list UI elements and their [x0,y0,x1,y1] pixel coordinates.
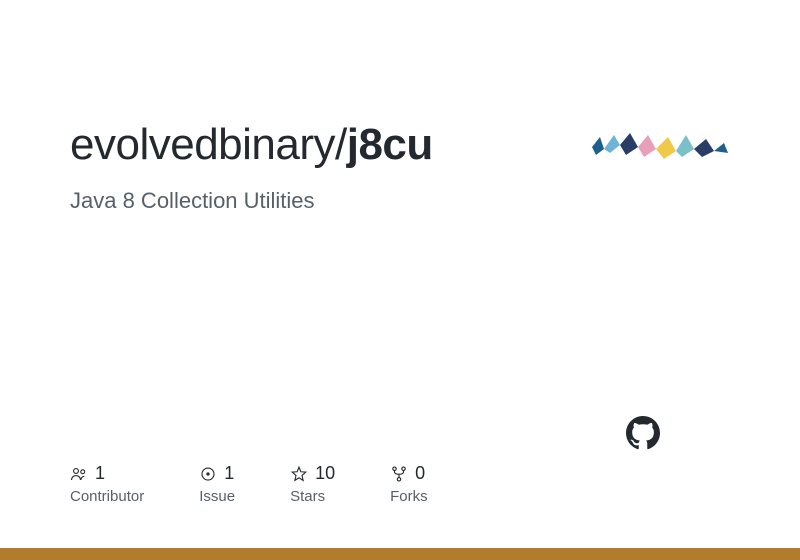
repo-name: j8cu [347,120,433,169]
stat-label: Contributor [70,488,144,505]
owner-logo [590,125,730,165]
issue-icon [199,465,217,483]
slash-separator: / [335,120,347,169]
stat-stars: 10 Stars [290,463,335,505]
stat-forks: 0 Forks [390,463,428,505]
stat-value: 0 [415,463,425,484]
stat-value: 1 [95,463,105,484]
repo-owner: evolvedbinary [70,120,335,169]
stats-row: 1 Contributor 1 Issue 10 Stars [70,463,730,505]
stat-label: Issue [199,488,235,505]
repo-description: Java 8 Collection Utilities [70,188,730,214]
stat-contributors: 1 Contributor [70,463,144,505]
accent-bar [0,548,800,560]
stat-issues: 1 Issue [199,463,235,505]
title-row: evolvedbinary/j8cu [70,120,730,170]
star-icon [290,465,308,483]
fork-icon [390,465,408,483]
stat-label: Forks [390,488,428,505]
stat-value: 10 [315,463,335,484]
repo-title: evolvedbinary/j8cu [70,120,433,170]
people-icon [70,465,88,483]
github-logo-icon [626,416,660,455]
stat-value: 1 [224,463,234,484]
repo-card: evolvedbinary/j8cu Java 8 Collection Uti… [0,0,800,560]
stat-label: Stars [290,488,335,505]
